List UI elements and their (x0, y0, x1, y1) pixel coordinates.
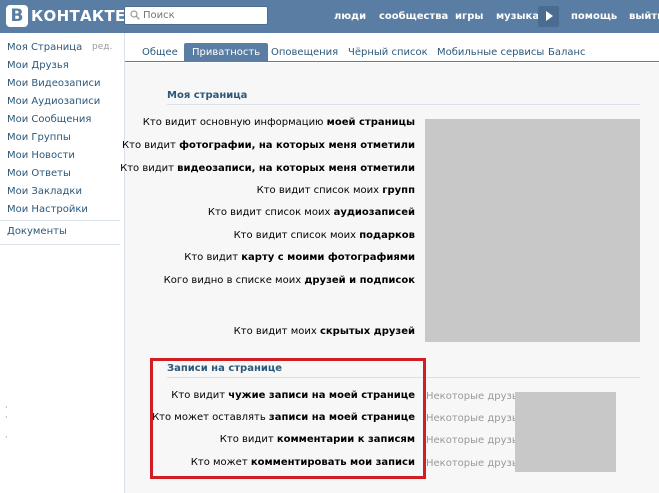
section-title-my-page: Моя страница (167, 90, 248, 101)
privacy-value-link[interactable]: Некоторые друзья: (426, 391, 527, 402)
privacy-row-label: Кто видит фотографии, на которых меня от… (122, 140, 415, 151)
sidebar-item-news[interactable]: Мои Новости (7, 150, 75, 161)
left-sidebar: Моя Страница ред. Мои Друзья Мои Видеоза… (0, 33, 122, 493)
sidebar-item-audio[interactable]: Мои Аудиозаписи (7, 96, 100, 107)
privacy-row-label: Кто видит основную информацию моей стран… (142, 117, 415, 128)
sidebar-item-my-page[interactable]: Моя Страница (7, 42, 82, 53)
sidebar-edit-link[interactable]: ред. (92, 42, 112, 52)
sidebar-item-friends[interactable]: Мои Друзья (7, 60, 69, 71)
tab-blacklist[interactable]: Чёрный список (340, 43, 436, 62)
privacy-row-label: Кто видит список моих аудиозаписей (207, 207, 415, 218)
sidebar-artifact-mark: · (5, 403, 8, 412)
sidebar-item-videos[interactable]: Мои Видеозаписи (7, 78, 100, 89)
tab-balance[interactable]: Баланс (540, 43, 594, 62)
top-header: В КОНТАКТЕ люди сообщества игры музыка п… (0, 0, 659, 33)
sidebar-divider (0, 220, 120, 221)
sidebar-item-groups[interactable]: Мои Группы (7, 132, 71, 143)
nav-communities[interactable]: сообщества (379, 0, 448, 33)
play-icon[interactable] (538, 6, 559, 27)
privacy-row-label: Кого видно в списке моих друзей и подпис… (163, 275, 415, 286)
highlight-frame (150, 358, 426, 479)
nav-logout[interactable]: выйти (629, 0, 659, 33)
sidebar-artifact-mark: · (5, 413, 8, 422)
vk-logo[interactable]: В КОНТАКТЕ (6, 5, 126, 27)
privacy-value-link[interactable]: Некоторые друзья: (426, 435, 527, 446)
tab-privacy[interactable]: Приватность (184, 43, 269, 62)
tab-mobile-services[interactable]: Мобильные сервисы (429, 43, 552, 62)
search-input[interactable] (143, 8, 263, 23)
tab-general[interactable]: Общее (134, 43, 186, 62)
sidebar-artifact-mark: · (5, 433, 8, 442)
nav-help[interactable]: помощь (571, 0, 617, 33)
privacy-row-label: Кто видит карту с моими фотографиями (184, 252, 415, 263)
tab-notifications[interactable]: Оповещения (263, 43, 346, 62)
logo-letter: В (6, 5, 28, 27)
sidebar-item-documents[interactable]: Документы (7, 226, 67, 237)
sidebar-item-answers[interactable]: Мои Ответы (7, 168, 71, 179)
redacted-values-block (515, 392, 616, 472)
privacy-row-label: Кто видит моих скрытых друзей (233, 326, 415, 337)
redacted-values-block[interactable] (425, 119, 640, 342)
nav-games[interactable]: игры (455, 0, 483, 33)
logo-text: КОНТАКТЕ (31, 7, 126, 25)
privacy-row-label: Кто видит список моих подарков (233, 230, 415, 241)
search-box[interactable] (124, 6, 268, 25)
nav-music[interactable]: музыка (496, 0, 539, 33)
sidebar-item-settings[interactable]: Мои Настройки (7, 204, 88, 215)
sidebar-divider (0, 244, 120, 245)
section-divider (167, 104, 640, 105)
privacy-row-label: Кто видит видеозаписи, на которых меня о… (120, 163, 415, 174)
privacy-value-link[interactable]: Некоторые друзья: (426, 413, 527, 424)
sidebar-item-messages[interactable]: Мои Сообщения (7, 114, 91, 125)
privacy-row-label: Кто видит список моих групп (256, 185, 415, 196)
sidebar-item-bookmarks[interactable]: Мои Закладки (7, 186, 82, 197)
search-icon (130, 10, 140, 20)
nav-people[interactable]: люди (334, 0, 366, 33)
privacy-value-link[interactable]: Некоторые друзья: (426, 458, 527, 469)
